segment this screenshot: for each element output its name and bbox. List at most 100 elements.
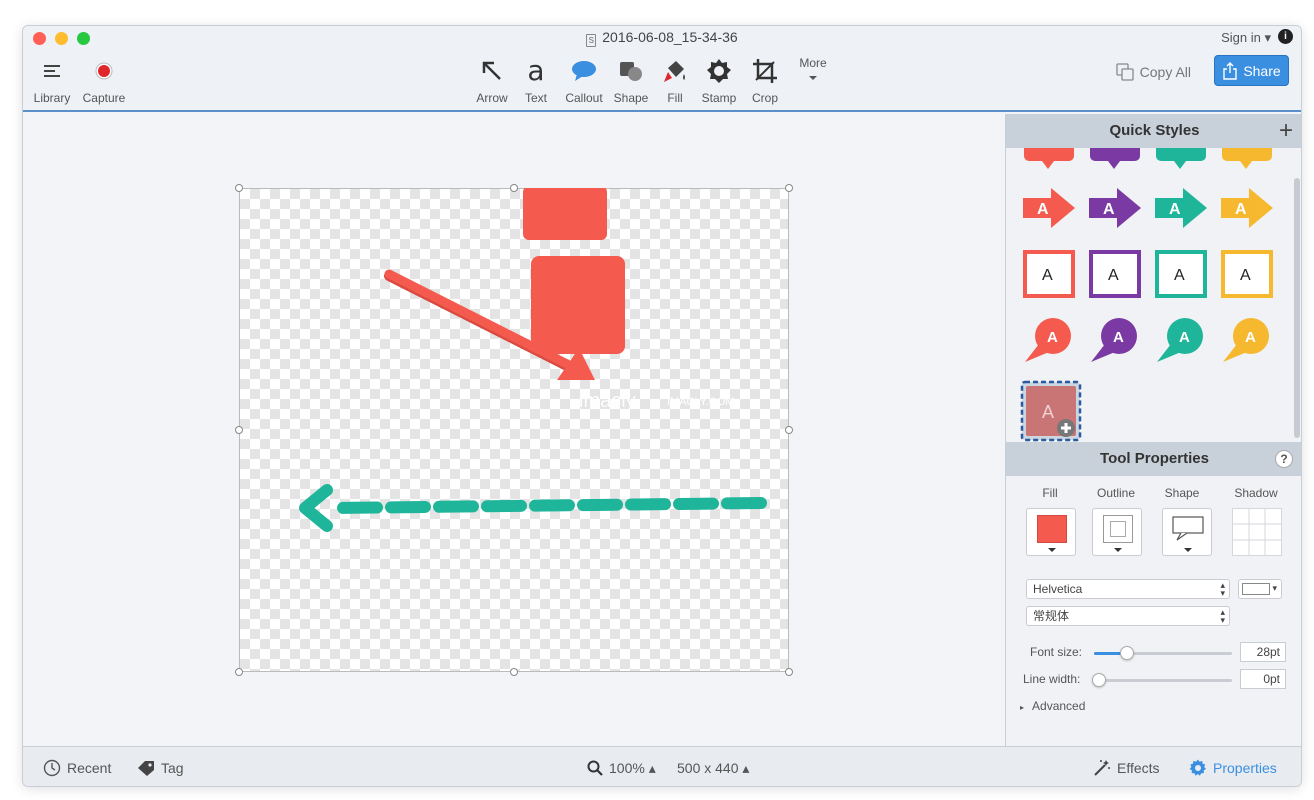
style-current-add[interactable]: A [1020,380,1082,442]
style-bubble-yellow[interactable]: A [1218,314,1276,366]
red-rect-main[interactable] [531,256,625,354]
fill-icon [657,54,693,88]
svg-text:A: A [1179,329,1190,346]
style-callout-teal-partial[interactable] [1152,148,1210,174]
gear-icon [1189,759,1206,776]
style-bubble-teal[interactable]: A [1152,314,1210,366]
window-title: S 2016-06-08_15-34-36 [23,29,1301,47]
resize-handle-bottom-left[interactable] [235,668,243,676]
tool-callout[interactable]: Callout [559,54,609,105]
style-box-teal[interactable]: A [1152,248,1210,300]
quick-styles-grid: A A A A A A A A A A A A A [1006,148,1296,442]
resize-handle-top[interactable] [510,184,518,192]
tool-stamp[interactable]: Stamp [699,54,739,105]
svg-text:A: A [1240,267,1251,284]
resize-handle-top-right[interactable] [785,184,793,192]
line-width-input[interactable]: 0pt [1240,669,1286,689]
properties-button[interactable]: Properties [1189,747,1277,786]
style-box-yellow[interactable]: A [1218,248,1276,300]
style-arrow-red[interactable]: A [1020,182,1078,234]
watermark-url: IMACLY.COM [667,396,735,408]
arrow-icon [473,54,511,88]
red-rect-top[interactable] [523,188,607,240]
tool-text[interactable]: a Text [517,54,555,106]
zoom-control[interactable]: 100% ▴ [587,747,656,786]
shape-picker[interactable] [1162,508,1212,556]
share-label: Share [1243,62,1281,79]
chevron-down-icon [1114,548,1122,552]
style-callout-yellow-partial[interactable] [1218,148,1276,174]
capture-button[interactable]: Capture [79,54,129,105]
resize-handle-right[interactable] [785,426,793,434]
style-arrow-yellow[interactable]: A [1218,182,1276,234]
tool-fill[interactable]: Fill [657,54,693,105]
font-family-select[interactable]: Helvetica ▴ ▾ [1026,579,1230,599]
annotations[interactable] [239,188,789,672]
list-icon [31,54,73,88]
help-icon[interactable]: ? [1275,450,1293,468]
fill-color-picker[interactable] [1026,508,1076,556]
shadow-column-label: Shadow [1234,486,1278,500]
tool-properties-header: Tool Properties ? [1006,442,1301,476]
library-button[interactable]: Library [31,54,73,105]
copy-all-button[interactable]: Copy All [1115,58,1191,86]
clock-icon [43,759,61,777]
line-width-slider[interactable] [1092,673,1232,687]
canvas-area[interactable]: imacly IMACLY.COM [23,114,1005,746]
tag-icon [138,761,154,776]
resize-handle-top-left[interactable] [235,184,243,192]
arrow-label: Arrow [476,91,508,105]
recent-button[interactable]: Recent [43,747,112,786]
crop-icon [745,54,785,88]
shape-label: Shape [613,91,649,105]
callout-label: Callout [565,91,603,105]
shape-column-label: Shape [1164,486,1200,500]
share-button[interactable]: Share [1214,55,1289,86]
resize-handle-left[interactable] [235,426,243,434]
style-callout-purple-partial[interactable] [1086,148,1144,174]
stamp-label: Stamp [701,91,737,105]
svg-text:A: A [1108,267,1119,284]
svg-text:A: A [1174,267,1185,284]
outline-picker[interactable] [1092,508,1142,556]
toolbar: S 2016-06-08_15-34-36 Sign in ▾ i Library… [23,26,1301,112]
more-menu[interactable]: More [793,56,833,84]
info-icon[interactable]: i [1278,29,1293,44]
outline-column-label: Outline [1096,486,1136,500]
image-canvas[interactable]: imacly IMACLY.COM [235,184,793,676]
font-size-input[interactable]: 28pt [1240,642,1286,662]
chevron-down-icon [1048,548,1056,552]
teal-dashed-arrow[interactable] [299,484,767,532]
tool-shape[interactable]: Shape [611,54,651,105]
font-size-slider-knob[interactable] [1119,646,1134,660]
style-box-red[interactable]: A [1020,248,1078,300]
svg-text:A: A [1037,201,1049,218]
shadow-picker[interactable] [1232,508,1282,556]
svg-text:A: A [1103,201,1115,218]
recent-label: Recent [67,760,112,776]
text-color-picker[interactable]: ▾ [1238,579,1282,599]
callout-shape-icon [1172,516,1204,541]
font-size-slider[interactable] [1094,646,1232,660]
style-arrow-purple[interactable]: A [1086,182,1144,234]
tool-crop[interactable]: Crop [745,54,785,105]
font-style-select[interactable]: 常规体 ▴ ▾ [1026,606,1230,626]
style-arrow-teal[interactable]: A [1152,182,1210,234]
document-icon: S [586,34,597,47]
tag-button[interactable]: Tag [137,747,184,786]
effects-button[interactable]: Effects [1093,747,1160,786]
svg-text:A: A [1169,201,1181,218]
style-box-purple[interactable]: A [1086,248,1144,300]
tool-arrow[interactable]: Arrow [473,54,511,105]
resize-handle-bottom-right[interactable] [785,668,793,676]
advanced-disclosure[interactable]: ▸ Advanced [1020,699,1085,713]
style-callout-red-partial[interactable] [1020,148,1078,174]
add-style-icon[interactable]: + [1279,114,1293,148]
style-bubble-red[interactable]: A [1020,314,1078,366]
style-bubble-purple[interactable]: A [1086,314,1144,366]
sign-in-menu[interactable]: Sign in ▾ [1221,30,1271,46]
resize-handle-bottom[interactable] [510,668,518,676]
dimensions-control[interactable]: 500 x 440 ▴ [677,747,749,786]
line-width-slider-knob[interactable] [1092,673,1106,687]
quick-styles-scrollbar[interactable] [1294,178,1300,438]
